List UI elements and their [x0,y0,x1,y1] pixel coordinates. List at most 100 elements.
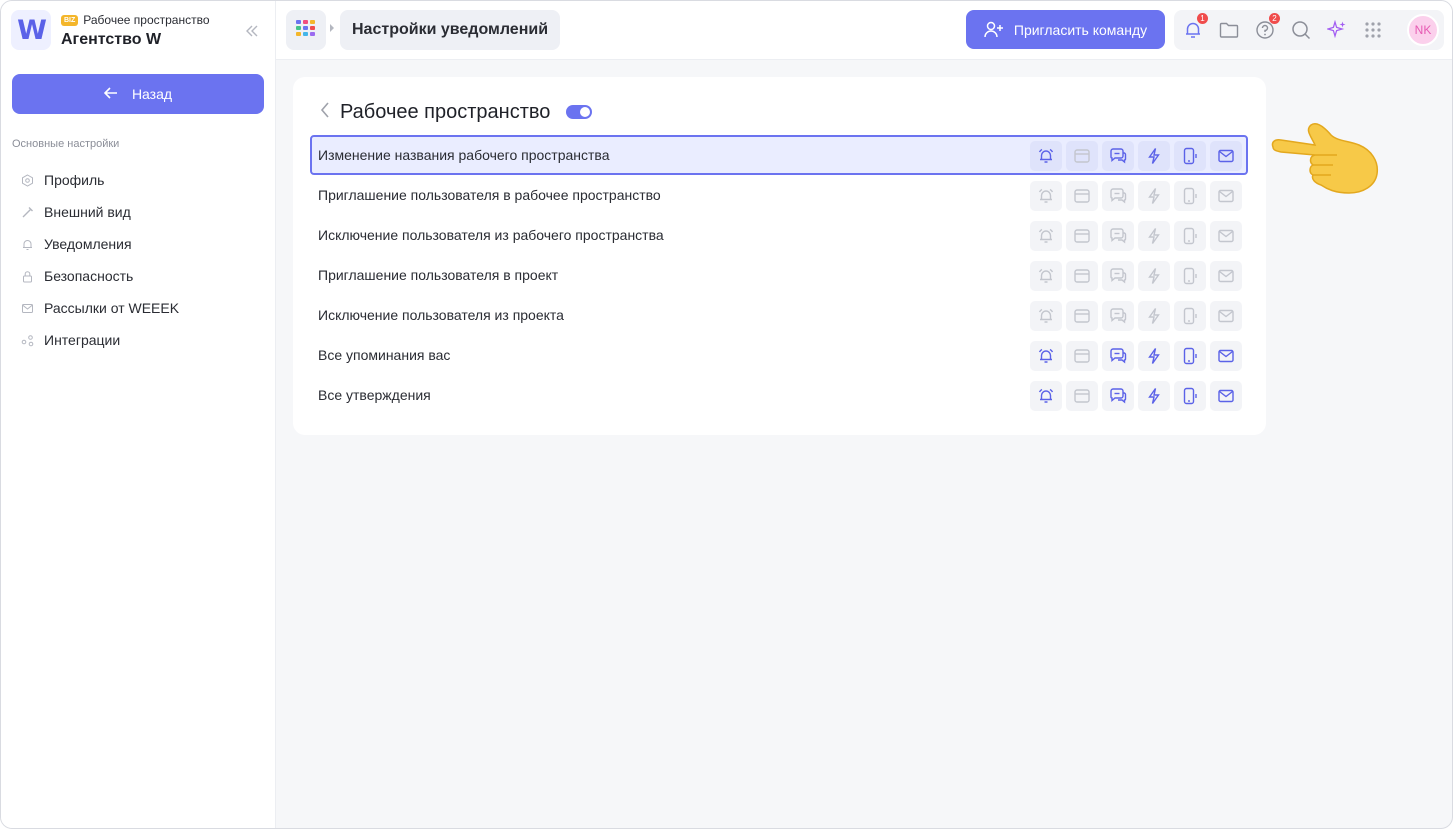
help-button[interactable]: 2 [1253,13,1280,42]
mail-channel-toggle[interactable] [1210,381,1242,411]
browser-channel-toggle[interactable] [1066,261,1098,291]
sidebar-item-integrations[interactable]: Интеграции [20,324,179,356]
notification-row[interactable]: Все упоминания вас [310,335,1248,375]
topbar: Настройки уведомлений Пригласить команду… [276,1,1452,60]
browser-channel-toggle[interactable] [1066,141,1098,171]
browser-channel-toggle[interactable] [1066,341,1098,371]
chat-icon [1109,187,1127,205]
notification-row[interactable]: Исключение пользователя из проекта [310,295,1248,335]
bell-channel-toggle[interactable] [1030,221,1062,251]
browser-icon [1073,347,1091,365]
lightning-channel-toggle[interactable] [1138,141,1170,171]
workspace-notifications-toggle[interactable] [566,105,593,119]
apps-menu-button[interactable] [1361,18,1385,42]
chat-channel-toggle[interactable] [1102,221,1134,251]
lightning-channel-toggle[interactable] [1138,221,1170,251]
mail-channel-toggle[interactable] [1210,341,1242,371]
phone-channel-toggle[interactable] [1174,181,1206,211]
browser-icon [1073,387,1091,405]
sidebar-item-label: Интеграции [44,332,121,348]
breadcrumb-current: Настройки уведомлений [340,10,561,50]
channel-toggles [1026,341,1242,371]
chat-channel-toggle[interactable] [1102,261,1134,291]
workspace-name: Агентство W [61,31,162,48]
invite-team-button[interactable]: Пригласить команду [966,10,1165,49]
bell-channel-toggle[interactable] [1030,381,1062,411]
lightning-channel-toggle[interactable] [1138,261,1170,291]
lightning-channel-toggle[interactable] [1138,301,1170,331]
notifications-badge: 1 [1197,13,1208,24]
chat-channel-toggle[interactable] [1102,301,1134,331]
browser-channel-toggle[interactable] [1066,221,1098,251]
bell-icon [1037,187,1055,205]
back-button-label: Назад [131,86,173,102]
card-header: Рабочее пространство [320,100,593,124]
files-button[interactable] [1217,18,1241,42]
notification-row[interactable]: Приглашение пользователя в рабочее прост… [310,175,1248,215]
avatar[interactable]: NK [1407,14,1439,46]
chat-channel-toggle[interactable] [1102,181,1134,211]
mail-channel-toggle[interactable] [1210,181,1242,211]
bell-channel-toggle[interactable] [1030,261,1062,291]
mail-icon [1217,387,1235,405]
bell-icon [1037,147,1055,165]
sidebar-item-profile[interactable]: Профиль [20,164,179,196]
browser-icon [1073,227,1091,245]
notification-row[interactable]: Приглашение пользователя в проект [310,255,1248,295]
notification-row[interactable]: Все утверждения [310,375,1248,415]
phone-icon [1181,267,1199,285]
phone-icon [1181,347,1199,365]
sidebar-item-label: Профиль [44,172,105,188]
ai-button[interactable] [1325,18,1349,42]
notification-row[interactable]: Изменение названия рабочего пространства [310,135,1248,175]
lightning-channel-toggle[interactable] [1138,381,1170,411]
apps-button[interactable] [286,10,326,50]
sidebar-item-newsletters[interactable]: Рассылки от WEEEK [20,292,179,324]
chat-channel-toggle[interactable] [1102,141,1134,171]
mail-channel-toggle[interactable] [1210,301,1242,331]
collapse-sidebar-icon[interactable] [243,22,261,40]
phone-channel-toggle[interactable] [1174,141,1206,171]
browser-channel-toggle[interactable] [1066,181,1098,211]
phone-channel-toggle[interactable] [1174,221,1206,251]
search-button[interactable] [1289,18,1313,42]
add-user-icon [984,21,1003,37]
sidebar-item-security[interactable]: Безопасность [20,260,179,292]
browser-channel-toggle[interactable] [1066,381,1098,411]
settings-nav: Профиль Внешний вид Уведомления Безопасн… [20,164,179,356]
phone-channel-toggle[interactable] [1174,301,1206,331]
bell-channel-toggle[interactable] [1030,341,1062,371]
mail-channel-toggle[interactable] [1210,261,1242,291]
chevron-left-icon[interactable] [320,101,330,124]
browser-icon [1073,267,1091,285]
chat-channel-toggle[interactable] [1102,341,1134,371]
pointing-hand-icon [1267,119,1385,197]
lightning-channel-toggle[interactable] [1138,341,1170,371]
phone-channel-toggle[interactable] [1174,381,1206,411]
phone-channel-toggle[interactable] [1174,261,1206,291]
bell-icon [1037,307,1055,325]
lightning-channel-toggle[interactable] [1138,181,1170,211]
sidebar-item-notifications[interactable]: Уведомления [20,228,179,260]
notifications-button[interactable]: 1 [1181,13,1208,42]
notification-row[interactable]: Исключение пользователя из рабочего прос… [310,215,1248,255]
phone-channel-toggle[interactable] [1174,341,1206,371]
mail-icon [1217,227,1235,245]
browser-channel-toggle[interactable] [1066,301,1098,331]
sidebar-item-appearance[interactable]: Внешний вид [20,196,179,228]
back-button[interactable]: Назад [12,74,264,114]
bell-channel-toggle[interactable] [1030,141,1062,171]
channel-toggles [1026,301,1242,331]
bell-channel-toggle[interactable] [1030,301,1062,331]
bell-channel-toggle[interactable] [1030,181,1062,211]
arrow-left-icon [103,86,118,103]
browser-icon [1073,147,1091,165]
chat-channel-toggle[interactable] [1102,381,1134,411]
bell-icon [1037,267,1055,285]
sidebar-item-label: Уведомления [44,236,132,252]
mail-icon [1217,347,1235,365]
phone-icon [1181,187,1199,205]
mail-channel-toggle[interactable] [1210,221,1242,251]
mail-channel-toggle[interactable] [1210,141,1242,171]
workspace-header[interactable]: W BIZ Рабочее пространство Агентство W [11,10,266,50]
